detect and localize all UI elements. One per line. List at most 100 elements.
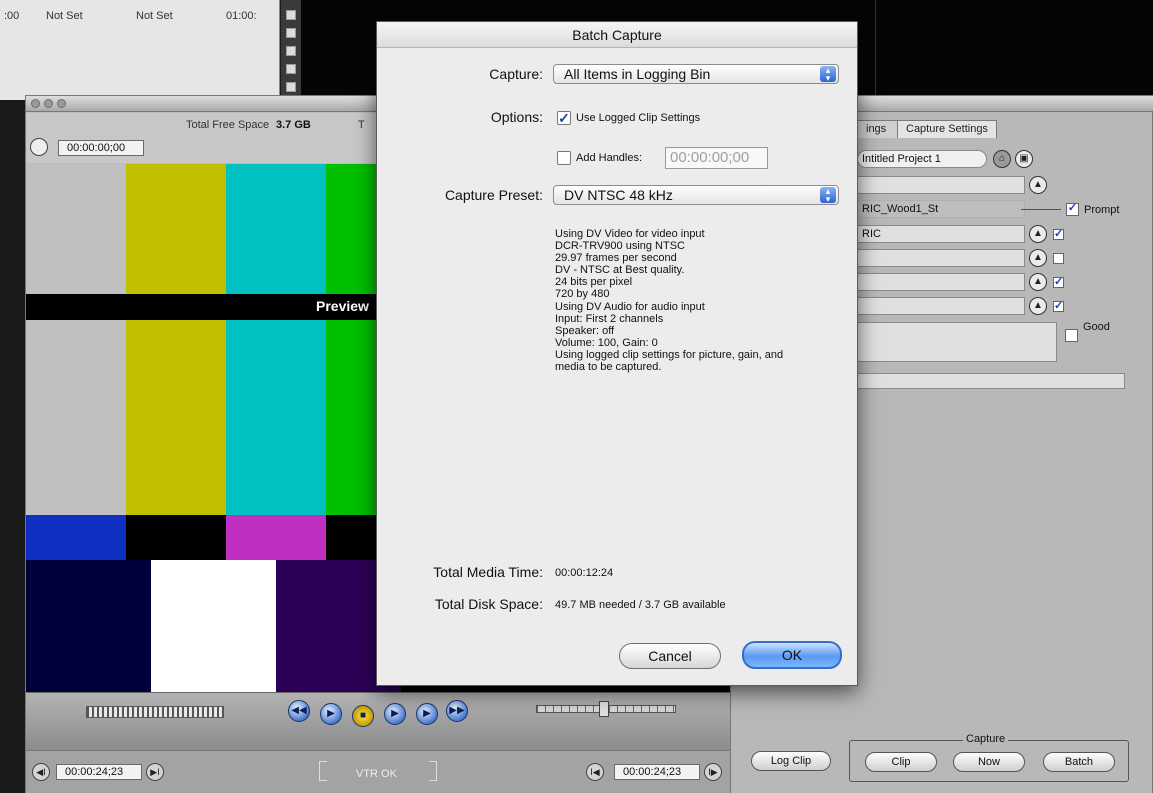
preset-info-line: 24 bits per pixel	[555, 276, 633, 289]
markers-field[interactable]	[857, 297, 1025, 315]
preset-info-line: Using DV Audio for audio input	[555, 300, 705, 313]
preview-label: Preview	[316, 298, 369, 314]
prompt-checkbox[interactable]: ✓	[1066, 203, 1079, 216]
dialog-title: Batch Capture	[377, 22, 857, 48]
popup-arrows-icon: ▴ ▾	[820, 187, 836, 204]
slate-icon[interactable]: ▲	[1029, 249, 1047, 267]
fast-forward-icon[interactable]: ▶▶	[446, 700, 468, 722]
shot-prompt-checkbox[interactable]	[1053, 253, 1064, 264]
slate-icon[interactable]: ▲	[1029, 225, 1047, 243]
scene-prompt-checkbox[interactable]: ✓	[1053, 229, 1064, 240]
ok-button[interactable]: OK	[742, 641, 842, 669]
capture-group-label: Capture	[963, 733, 1009, 745]
log-note-field[interactable]	[857, 273, 1025, 291]
use-logged-clip-settings-checkbox[interactable]: ✓	[557, 111, 571, 125]
total-media-time-value: 00:00:12:24	[555, 567, 614, 579]
batch-capture-dialog: Batch Capture Capture: All Items in Logg…	[376, 21, 858, 686]
preset-info-line: Using DV Video for video input	[555, 228, 705, 240]
browser-cell: 01:00:	[226, 10, 257, 22]
timecode-in[interactable]: 00:00:24;23	[56, 764, 142, 780]
capture-now-button[interactable]: Now	[953, 752, 1025, 772]
vtr-status: VTR OK	[356, 768, 397, 780]
mark-in-icon[interactable]: ◀I	[32, 763, 50, 781]
slate-icon[interactable]: ▲	[1029, 297, 1047, 315]
timecode-out[interactable]: 00:00:24;23	[614, 764, 700, 780]
cancel-button[interactable]: Cancel	[619, 643, 721, 669]
transport-controls: ◀◀ ▶ ■ ▶ ▶ ▶▶	[26, 692, 731, 750]
browser-cell: Not Set	[136, 10, 173, 22]
comment-field[interactable]	[857, 322, 1057, 362]
zoom-window-icon[interactable]	[57, 99, 66, 108]
play-in-to-out-icon[interactable]: ▶	[320, 703, 342, 725]
slate-icon[interactable]: ▲	[1029, 273, 1047, 291]
add-handles-checkbox[interactable]	[557, 151, 571, 165]
good-checkbox[interactable]	[1065, 329, 1078, 342]
note-prompt-checkbox[interactable]: ✓	[1053, 277, 1064, 288]
scene-field[interactable]: RIC	[857, 225, 1025, 243]
popup-arrows-icon: ▴ ▾	[820, 66, 836, 83]
reel-field[interactable]	[857, 176, 1025, 194]
jog-control[interactable]	[86, 706, 224, 718]
color-bar	[151, 560, 276, 692]
log-bin-field[interactable]: Intitled Project 1	[857, 150, 987, 168]
up-folder-icon[interactable]: ⌂	[993, 150, 1011, 168]
capture-clip-button[interactable]: Clip	[865, 752, 937, 772]
free-space-label: Total Free Space	[186, 119, 270, 131]
color-bar	[26, 515, 126, 560]
color-bar	[126, 164, 226, 294]
capture-preset-select[interactable]: DV NTSC 48 kHz ▴ ▾	[553, 185, 839, 205]
total-disk-space-label: Total Disk Space:	[434, 596, 543, 612]
color-bar	[26, 164, 126, 294]
total-media-time-label: Total Media Time:	[433, 564, 543, 580]
preset-info-line: media to be captured.	[555, 361, 662, 374]
tab-capture-settings[interactable]: Capture Settings	[897, 120, 997, 138]
truncated-label: T	[358, 119, 365, 131]
rewind-icon[interactable]: ◀◀	[288, 700, 310, 722]
preset-info-line: DCR-TRV900 using NTSC	[555, 240, 686, 253]
preset-info-line: Speaker: off	[555, 324, 615, 337]
capture-label: Capture:	[489, 66, 543, 82]
free-space-value: 3.7 GB	[276, 119, 311, 131]
good-label: Good	[1083, 321, 1110, 333]
prompt-connector	[1021, 209, 1061, 210]
bracket-right	[429, 761, 437, 781]
preset-summary: Using DV Video for video input DCR-TRV90…	[555, 228, 845, 373]
handles-timecode-field[interactable]: 00:00:00;00	[665, 147, 768, 169]
color-bar	[126, 320, 226, 515]
capture-preset-label: Capture Preset:	[444, 187, 543, 203]
log-clip-button[interactable]: Log Clip	[751, 751, 831, 771]
use-logged-clip-settings-label: Use Logged Clip Settings	[576, 112, 701, 124]
stop-icon[interactable]: ■	[352, 705, 374, 727]
color-bar	[26, 560, 151, 692]
description-field[interactable]: RIC_Wood1_St	[857, 200, 1025, 218]
close-window-icon[interactable]	[31, 99, 40, 108]
options-label: Options:	[490, 109, 543, 125]
bracket-left	[319, 761, 327, 781]
preset-info-line: Using logged clip settings for picture, …	[555, 348, 784, 361]
play-icon[interactable]: ▶	[384, 703, 406, 725]
timer-icon	[30, 138, 48, 156]
tab-logging[interactable]: ings	[857, 120, 899, 138]
timecode-duration[interactable]: 00:00:00;00	[58, 140, 144, 156]
filmstrip-icon	[281, 0, 301, 100]
marker-prompt-checkbox[interactable]: ✓	[1053, 301, 1064, 312]
color-bar	[126, 515, 226, 560]
capture-select-value: All Items in Logging Bin	[564, 66, 711, 82]
go-to-out-icon[interactable]: I◀	[586, 763, 604, 781]
capture-batch-button[interactable]: Batch	[1043, 752, 1115, 772]
mark-out-icon[interactable]: I▶	[704, 763, 722, 781]
color-bar	[226, 164, 326, 294]
new-bin-icon[interactable]: ▣	[1015, 150, 1033, 168]
shot-field[interactable]	[857, 249, 1025, 267]
shuttle-slider-handle[interactable]	[599, 701, 609, 717]
browser-cell: Not Set	[46, 10, 83, 22]
play-around-icon[interactable]: ▶	[416, 703, 438, 725]
minimize-window-icon[interactable]	[44, 99, 53, 108]
slate-icon[interactable]: ▲	[1029, 176, 1047, 194]
add-handles-label: Add Handles:	[576, 152, 643, 164]
preset-info-line: Input: First 2 channels	[555, 312, 664, 325]
marker-field[interactable]	[857, 373, 1125, 389]
go-to-in-icon[interactable]: ▶I	[146, 763, 164, 781]
capture-select[interactable]: All Items in Logging Bin ▴ ▾	[553, 64, 839, 84]
capture-preset-value: DV NTSC 48 kHz	[564, 187, 673, 203]
